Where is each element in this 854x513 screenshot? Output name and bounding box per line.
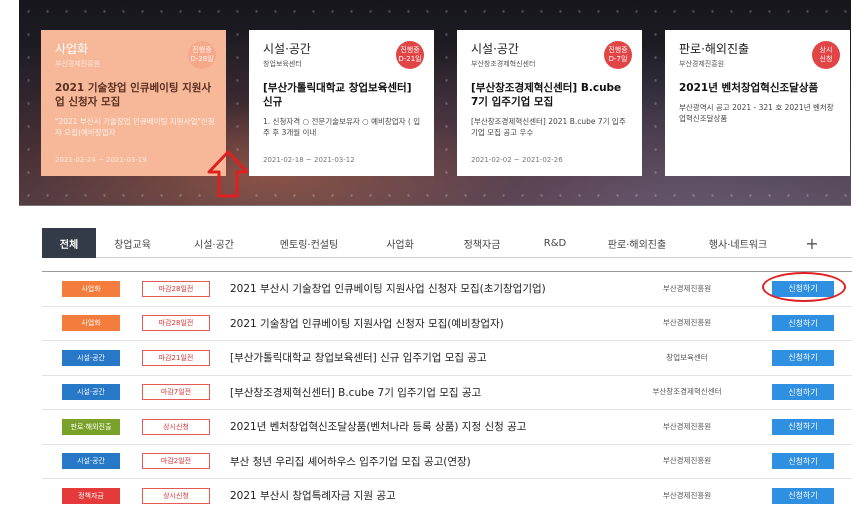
row-title[interactable]: 2021 기술창업 인큐베이팅 지원사업 신청자 모집(예비창업자) <box>230 316 504 331</box>
status-badge-line1: 진행중 <box>192 46 212 54</box>
category-badge: 판로·해외진출 <box>62 418 120 435</box>
category-badge: 정책자금 <box>62 487 120 504</box>
status-badge-line2: D-21일 <box>398 55 422 63</box>
card-desc: 부산광역시 공고 2021 - 321 호 2021년 벤처창업혁신조달상품 <box>679 103 834 123</box>
card-desc: [부산창조경제혁신센터] 2021 B.cube 7기 입주기업 모집 공고 우… <box>471 117 626 137</box>
more-tabs-button[interactable]: + <box>789 228 835 258</box>
card-desc: 1. 신청자격 ○ 전문기술보유자 ○ 예비창업자 ( 입주 후 3개월 이내 <box>263 117 421 137</box>
category-badge: 시설·공간 <box>62 384 120 401</box>
row-org: 부산경제진흥원 <box>662 490 712 500</box>
tab-startup-education[interactable]: 창업교육 <box>96 228 169 258</box>
featured-card-4[interactable]: 판로·해외진출 부산경제진흥원 상시 신청 2021년 벤처창업혁신조달상품 부… <box>665 30 850 176</box>
status-badge-line1: 상시 <box>819 46 833 54</box>
deadline-badge: 마감28일전 <box>142 280 210 297</box>
status-badge-line1: 진행중 <box>400 46 420 54</box>
apply-button[interactable]: 신청하기 <box>772 384 834 401</box>
card-date: 2021-02-02 ~ 2021-02-26 <box>471 156 563 164</box>
featured-card-2[interactable]: 시설·공간 창업보육센터 진행중 D-21일 [부산가톨릭대학교 창업보육센터]… <box>249 30 434 176</box>
apply-button[interactable]: 신청하기 <box>772 418 834 435</box>
apply-button[interactable]: 신청하기 <box>772 453 834 470</box>
card-title: [부산가톨릭대학교 창업보육센터] 신규 <box>263 82 412 108</box>
table-row[interactable]: 시설·공간 마감21일전 [부산가톨릭대학교 창업보육센터] 신규 입주기업 모… <box>42 340 852 375</box>
category-badge: 사업화 <box>62 315 120 332</box>
tab-facility-space[interactable]: 시설·공간 <box>169 228 259 258</box>
apply-button[interactable]: 신청하기 <box>772 280 834 297</box>
row-org: 부산창조경제혁신센터 <box>652 387 722 397</box>
row-org: 부산경제진흥원 <box>662 421 712 431</box>
program-list: 사업화 마감28일전 2021 부산시 기술창업 인큐베이팅 지원사업 신청자 … <box>42 271 852 513</box>
category-badge: 사업화 <box>62 280 120 297</box>
row-org: 창업보육센터 <box>666 352 708 362</box>
card-date: 2021-02-24 ~ 2021-03-19 <box>55 156 147 164</box>
table-row[interactable]: 판로·해외진출 상시신청 2021년 벤처창업혁신조달상품(벤처나라 등록 상품… <box>42 409 852 444</box>
table-row[interactable]: 사업화 마감28일전 2021 부산시 기술창업 인큐베이팅 지원사업 신청자 … <box>42 271 852 306</box>
featured-banner: 사업화 부산경제진흥원 진행중 D-28일 2021 기술창업 인큐베이팅 지원… <box>19 0 851 206</box>
status-badge: 상시 신청 <box>812 41 840 69</box>
arrow-up-icon <box>207 150 249 198</box>
tab-market-overseas[interactable]: 판로·해외진출 <box>587 228 687 258</box>
deadline-badge: 마감7일전 <box>142 384 210 401</box>
apply-button[interactable]: 신청하기 <box>772 315 834 332</box>
row-title[interactable]: 부산 청년 우리집 셰어하우스 입주기업 모집 공고(연장) <box>230 454 471 469</box>
table-row[interactable]: 시설·공간 마감7일전 [부산창조경제혁신센터] B.cube 7기 입주기업 … <box>42 374 852 410</box>
status-badge: 진행중 D-7일 <box>604 41 632 69</box>
category-badge: 시설·공간 <box>62 453 120 470</box>
card-date: 2021-02-18 ~ 2021-03-12 <box>263 156 355 164</box>
status-badge-line1: 진행중 <box>608 46 628 54</box>
featured-card-3[interactable]: 시설·공간 부산창조경제혁신센터 진행중 D-7일 [부산창조경제혁신센터] B… <box>457 30 642 176</box>
row-title[interactable]: 2021 부산시 기술창업 인큐베이팅 지원사업 신청자 모집(초기창업기업) <box>230 281 546 296</box>
deadline-badge: 마감21일전 <box>142 349 210 366</box>
category-tabs: 전체 창업교육 시설·공간 멘토링·컨설팅 사업화 정책자금 R&D 판로·해외… <box>42 228 852 258</box>
tab-event-network[interactable]: 행사·네트워크 <box>687 228 789 258</box>
card-desc: "2021 부산시 기술창업 인큐베이팅 지원사업"신청자 모집(예비창업자 <box>55 117 215 137</box>
deadline-badge: 마감28일전 <box>142 315 210 332</box>
row-org: 부산경제진흥원 <box>662 318 712 328</box>
tab-all[interactable]: 전체 <box>42 228 96 258</box>
row-title[interactable]: [부산가톨릭대학교 창업보육센터] 신규 입주기업 모집 공고 <box>230 350 487 365</box>
status-badge-line2: D-28일 <box>190 55 214 63</box>
deadline-badge: 상시신청 <box>142 487 210 504</box>
tab-mentoring-consulting[interactable]: 멘토링·컨설팅 <box>259 228 359 258</box>
deadline-badge: 상시신청 <box>142 418 210 435</box>
row-title[interactable]: 2021 부산시 창업특례자금 지원 공고 <box>230 488 396 503</box>
deadline-badge: 마감2일전 <box>142 453 210 470</box>
tab-rnd[interactable]: R&D <box>523 228 587 258</box>
status-badge-line2: D-7일 <box>608 55 628 63</box>
category-badge: 시설·공간 <box>62 349 120 366</box>
status-badge-line2: 신청 <box>819 55 833 63</box>
table-row[interactable]: 시설·공간 마감2일전 부산 청년 우리집 셰어하우스 입주기업 모집 공고(연… <box>42 443 852 479</box>
card-title: 2021년 벤처창업혁신조달상품 <box>679 82 819 94</box>
apply-button[interactable]: 신청하기 <box>772 349 834 366</box>
table-row[interactable]: 사업화 마감28일전 2021 기술창업 인큐베이팅 지원사업 신청자 모집(예… <box>42 305 852 341</box>
tab-commercialization[interactable]: 사업화 <box>359 228 441 258</box>
card-title: [부산창조경제혁신센터] B.cube 7기 입주기업 모집 <box>471 82 622 108</box>
row-title[interactable]: 2021년 벤처창업혁신조달상품(벤처나라 등록 상품) 지정 신청 공고 <box>230 419 526 434</box>
table-row[interactable]: 정책자금 상시신청 2021 부산시 창업특례자금 지원 공고 부산경제진흥원 … <box>42 478 852 513</box>
featured-card-1[interactable]: 사업화 부산경제진흥원 진행중 D-28일 2021 기술창업 인큐베이팅 지원… <box>41 30 226 176</box>
tab-policy-fund[interactable]: 정책자금 <box>441 228 523 258</box>
apply-button[interactable]: 신청하기 <box>772 487 834 504</box>
row-org: 부산경제진흥원 <box>662 283 712 293</box>
status-badge: 진행중 D-21일 <box>396 41 424 69</box>
card-title: 2021 기술창업 인큐베이팅 지원사업 신청자 모집 <box>55 82 212 108</box>
row-org: 부산경제진흥원 <box>662 456 712 466</box>
status-badge: 진행중 D-28일 <box>188 41 216 69</box>
row-title[interactable]: [부산창조경제혁신센터] B.cube 7기 입주기업 모집 공고 <box>230 385 481 400</box>
